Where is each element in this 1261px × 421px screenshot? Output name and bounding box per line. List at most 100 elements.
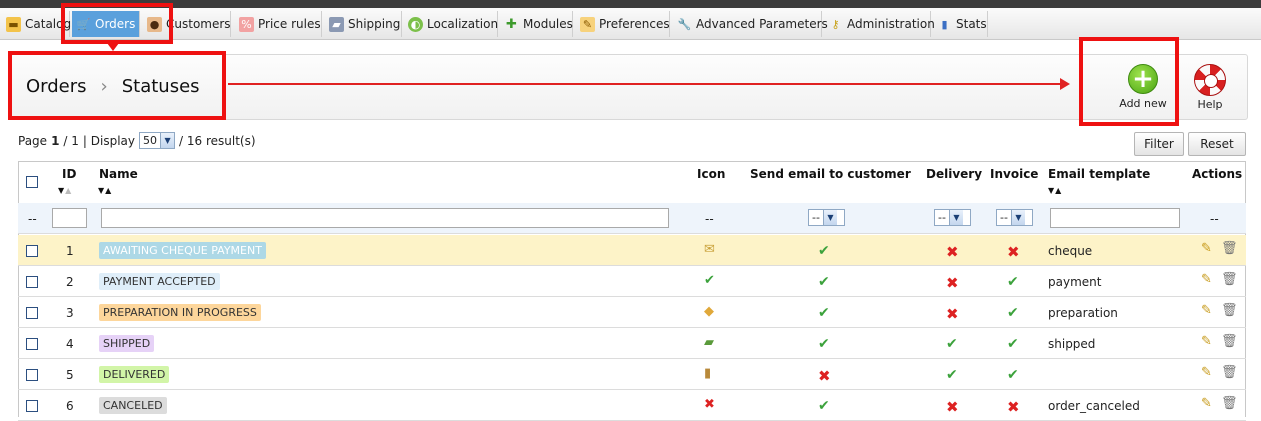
main-menu: ▬ Catalog 🛒 Orders ● Customers % Price rules… xyxy=(0,8,1261,40)
check-icon: ✔ xyxy=(704,273,715,288)
send-email-filter-select[interactable]: -- ▼ xyxy=(808,209,845,226)
select-all-checkbox[interactable] xyxy=(26,176,38,188)
invoice-check-icon: ✔ xyxy=(1007,305,1019,321)
lifebuoy-icon xyxy=(1194,64,1226,96)
row-checkbox[interactable] xyxy=(26,245,38,257)
delete-icon[interactable]: 🗑 xyxy=(1221,334,1238,349)
tab-label: Advanced Parameters xyxy=(696,17,828,31)
invoice-check-icon: ✔ xyxy=(1007,274,1019,290)
template-filter-input[interactable] xyxy=(1050,208,1180,228)
delivery-cross-icon: ✖ xyxy=(946,243,959,261)
delivery-filter-select[interactable]: -- ▼ xyxy=(934,209,971,226)
per-page-value: 50 xyxy=(143,134,158,147)
row-id: 2 xyxy=(66,275,74,289)
folder-icon: ▬ xyxy=(6,16,21,32)
help-button[interactable]: Help xyxy=(1188,64,1232,111)
tab-catalog[interactable]: ▬ Catalog xyxy=(2,11,71,37)
preferences-icon: ✎ xyxy=(580,16,595,32)
delivery-cross-icon: ✖ xyxy=(946,274,959,292)
delivery-cross-icon: ✖ xyxy=(946,305,959,323)
invoice-filter-select[interactable]: -- ▼ xyxy=(996,209,1033,226)
filter-empty: -- xyxy=(28,212,37,226)
invoice-cross-icon: ✖ xyxy=(1007,398,1020,416)
tab-localization[interactable]: ◐ Localization xyxy=(404,11,498,37)
package-icon: ◆ xyxy=(704,304,714,319)
help-label: Help xyxy=(1197,98,1223,111)
key-icon: ⚷ xyxy=(831,17,840,31)
row-template: payment xyxy=(1048,275,1102,289)
row-template: preparation xyxy=(1048,306,1118,320)
tab-advanced-parameters[interactable]: 🔧 Advanced Parameters xyxy=(673,11,828,37)
send-email-check-icon: ✔ xyxy=(818,305,830,321)
header-actions: Actions xyxy=(1192,167,1243,181)
tab-stats[interactable]: ▮ Stats xyxy=(933,11,988,37)
table-row[interactable] xyxy=(18,359,1246,390)
row-checkbox[interactable] xyxy=(26,369,38,381)
id-sort-icon[interactable]: ▼▲ xyxy=(58,186,72,195)
row-checkbox[interactable] xyxy=(26,307,38,319)
row-checkbox[interactable] xyxy=(26,400,38,412)
select-value: -- xyxy=(1000,211,1008,224)
select-value: -- xyxy=(812,211,820,224)
delete-icon[interactable]: 🗑 xyxy=(1221,303,1238,318)
row-checkbox[interactable] xyxy=(26,276,38,288)
row-id: 4 xyxy=(66,337,74,351)
puzzle-icon: ✚ xyxy=(506,16,517,32)
name-filter-input[interactable] xyxy=(101,208,669,228)
tab-administration[interactable]: ⚷ Administration xyxy=(824,11,935,37)
send-email-check-icon: ✔ xyxy=(818,398,830,414)
top-bar xyxy=(0,0,1261,8)
invoice-check-icon: ✔ xyxy=(1007,336,1019,352)
tab-label: Localization xyxy=(427,17,499,31)
filter-button[interactable]: Filter xyxy=(1134,132,1184,156)
annotation-pointer xyxy=(107,43,119,51)
status-badge: Awaiting cheque payment xyxy=(99,242,266,259)
annotation-box-breadcrumb xyxy=(8,51,226,120)
header-send-email: Send email to customer xyxy=(750,167,911,181)
actions-filter-empty: -- xyxy=(1210,212,1219,226)
pagination: Page 1 / 1 | Display 50 ▼ / 16 result(s) xyxy=(18,132,256,149)
id-filter-input[interactable] xyxy=(52,208,87,228)
status-badge: Delivered xyxy=(99,366,170,383)
delete-icon[interactable]: 🗑 xyxy=(1221,365,1238,380)
edit-icon[interactable]: ✎ xyxy=(1201,334,1212,349)
results-count: / 16 result(s) xyxy=(179,133,256,148)
edit-icon[interactable]: ✎ xyxy=(1201,303,1212,318)
row-id: 6 xyxy=(66,399,74,413)
per-page-select[interactable]: 50 ▼ xyxy=(139,132,176,149)
tab-shipping[interactable]: ▰ Shipping xyxy=(325,11,402,37)
icon-filter-empty: -- xyxy=(705,212,714,226)
current-page: 1 xyxy=(51,133,60,148)
template-sort-icon[interactable]: ▼▲ xyxy=(1048,186,1062,195)
annotation-box-add-new xyxy=(1079,37,1179,126)
tab-preferences[interactable]: ✎ Preferences xyxy=(576,11,670,37)
row-template: order_canceled xyxy=(1048,399,1140,413)
name-sort-icon[interactable]: ▼▲ xyxy=(98,186,112,195)
chevron-down-icon: ▼ xyxy=(948,210,963,225)
delete-icon[interactable]: 🗑 xyxy=(1221,396,1238,411)
delete-icon[interactable]: 🗑 xyxy=(1221,241,1238,256)
tab-price-rules[interactable]: % Price rules xyxy=(235,11,322,37)
row-checkbox[interactable] xyxy=(26,338,38,350)
edit-icon[interactable]: ✎ xyxy=(1201,272,1212,287)
tab-modules[interactable]: ✚ Modules xyxy=(500,11,573,37)
edit-icon[interactable]: ✎ xyxy=(1201,365,1212,380)
edit-icon[interactable]: ✎ xyxy=(1201,241,1212,256)
delivery-check-icon: ✔ xyxy=(946,367,958,383)
cheque-icon: ✉ xyxy=(704,242,715,257)
truck-icon: ▰ xyxy=(704,335,714,350)
header-email-template: Email template xyxy=(1048,167,1151,181)
reset-button[interactable]: Reset xyxy=(1188,132,1246,156)
tab-label: Price rules xyxy=(258,17,321,31)
edit-icon[interactable]: ✎ xyxy=(1201,396,1212,411)
header-invoice: Invoice xyxy=(990,167,1039,181)
status-badge: Payment accepted xyxy=(99,273,220,290)
annotation-box-orders xyxy=(61,3,173,44)
delete-icon[interactable]: 🗑 xyxy=(1221,272,1238,287)
send-email-cross-icon: ✖ xyxy=(818,367,831,385)
chevron-down-icon: ▼ xyxy=(1010,210,1025,225)
send-email-check-icon: ✔ xyxy=(818,274,830,290)
row-id: 1 xyxy=(66,244,74,258)
row-template: shipped xyxy=(1048,337,1096,351)
delivery-check-icon: ✔ xyxy=(946,336,958,352)
